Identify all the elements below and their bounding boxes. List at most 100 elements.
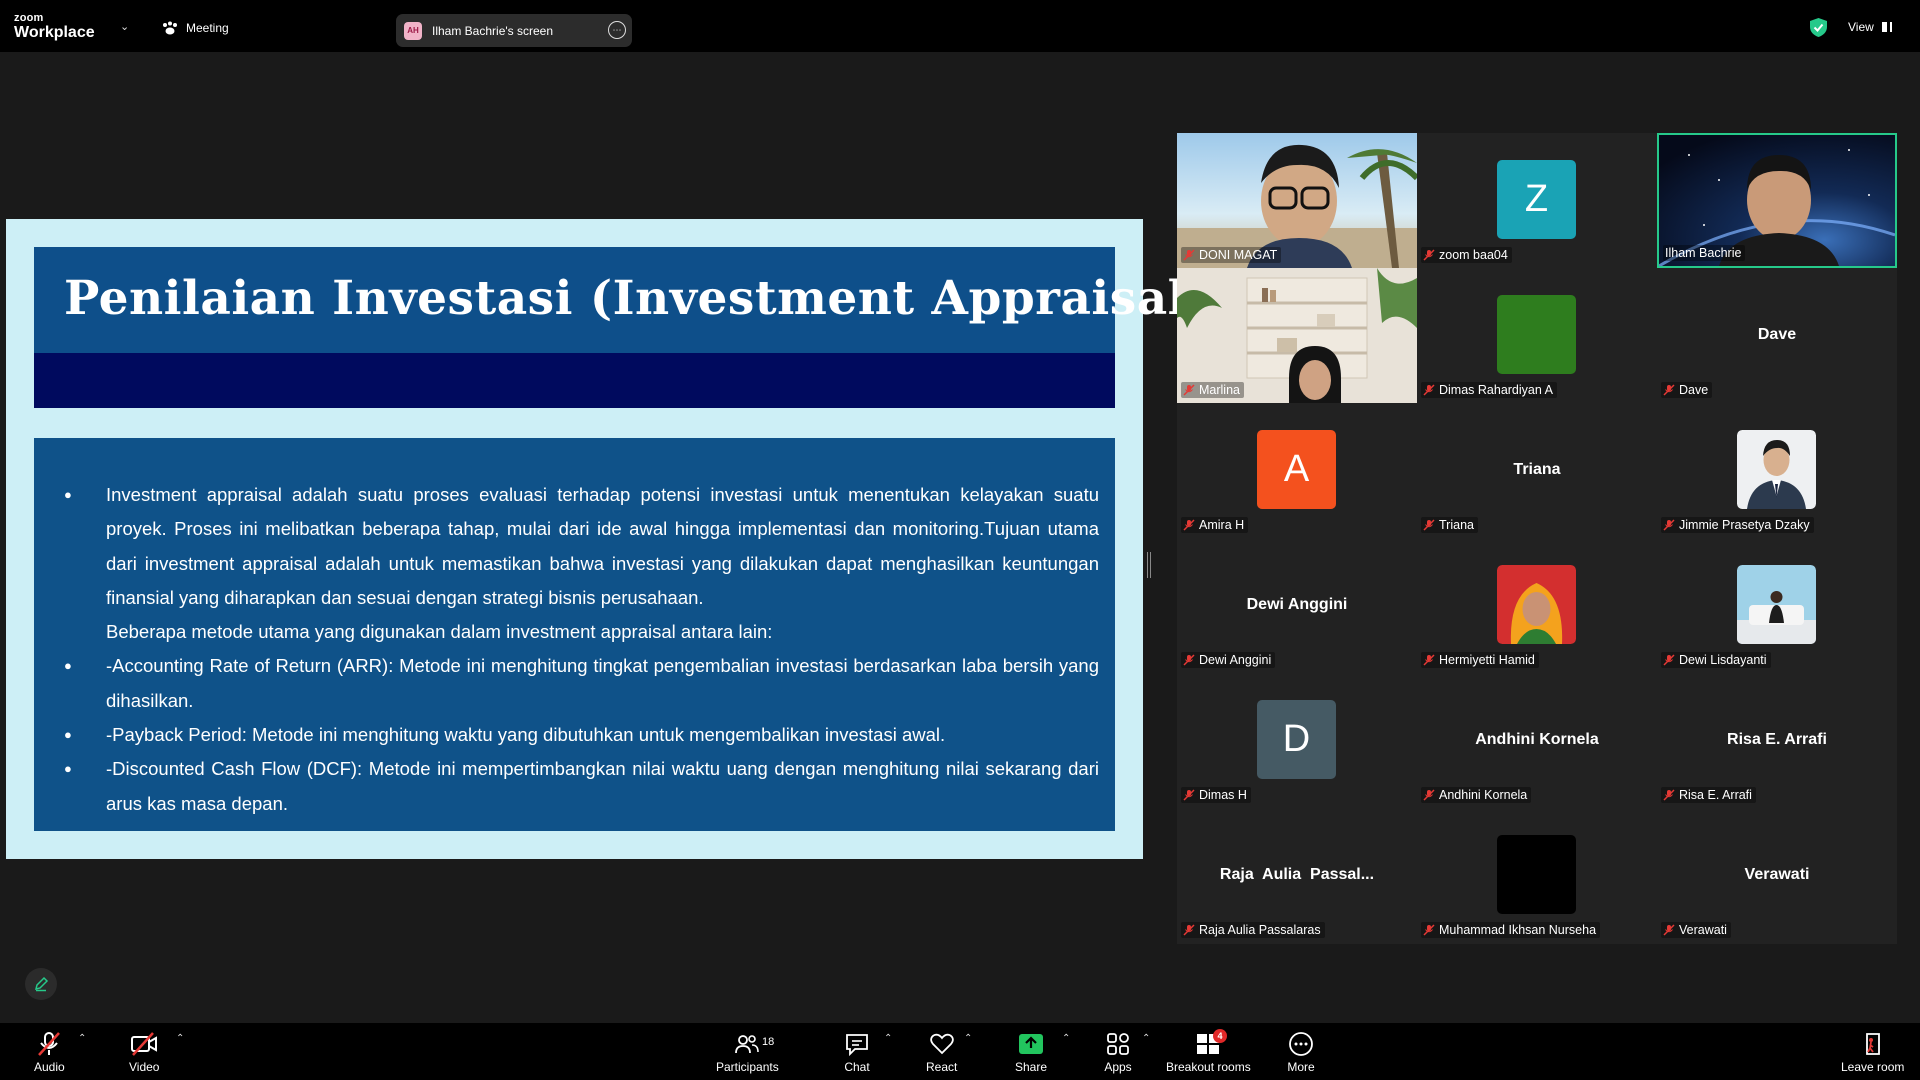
brand-small: zoom (14, 12, 44, 24)
video-button[interactable]: Video (129, 1031, 159, 1074)
participant-tile[interactable]: Dewi Anggini Dewi Anggini (1177, 538, 1417, 673)
paw-icon (163, 21, 177, 35)
view-label: View (1848, 20, 1874, 34)
participant-tile[interactable]: Triana Triana (1417, 403, 1657, 538)
participant-tile-active-speaker[interactable]: Ilham Bachrie (1657, 133, 1897, 268)
mic-muted-icon (1423, 924, 1435, 936)
participant-tile[interactable]: DONI MAGAT (1177, 133, 1417, 268)
participant-tile[interactable]: A Amira H (1177, 403, 1417, 538)
participant-name: Raja Aulia Passalaras (1199, 923, 1321, 937)
participant-tile[interactable]: Dewi Lisdayanti (1657, 538, 1897, 673)
react-label: React (926, 1060, 958, 1074)
participant-nameplate: DONI MAGAT (1181, 247, 1282, 263)
mic-muted-icon (1423, 789, 1435, 801)
participant-tile[interactable]: Dave Dave (1657, 268, 1897, 403)
participant-tile[interactable]: Jimmie Prasetya Dzaky (1657, 403, 1897, 538)
participant-name: Muhammad Ikhsan Nurseha (1439, 923, 1597, 937)
mic-muted-icon (1663, 384, 1675, 396)
video-label: Video (129, 1060, 160, 1074)
participant-display-name: Dewi Anggini (1246, 596, 1348, 613)
slide-paragraph: -Payback Period: Metode ini menghitung w… (64, 718, 1099, 753)
participant-name: Triana (1439, 518, 1474, 532)
participant-photo (1737, 430, 1816, 509)
participant-name: Jimmie Prasetya Dzaky (1679, 518, 1810, 532)
participant-avatar: D (1257, 700, 1336, 779)
participant-nameplate: Andhini Kornela (1421, 787, 1532, 803)
participant-tile[interactable]: Muhammad Ikhsan Nurseha (1417, 808, 1657, 943)
apps-button[interactable]: Apps (1104, 1031, 1132, 1074)
shared-slide: Penilaian Investasi (Investment Appraisa… (6, 219, 1208, 859)
participant-tile[interactable]: Dimas Rahardiyan A (1417, 268, 1657, 403)
participant-tile[interactable]: Verawati Verawati (1657, 808, 1897, 943)
participant-nameplate: Jimmie Prasetya Dzaky (1661, 517, 1814, 533)
react-options-caret-icon[interactable]: ⌃ (964, 1033, 972, 1044)
chevron-down-icon[interactable]: ⌄ (120, 20, 129, 33)
participant-tile[interactable]: Raja Aulia Passal... Raja Aulia Passalar… (1177, 808, 1417, 943)
participant-display-name: Dave (1757, 326, 1797, 343)
shield-check-icon[interactable] (1810, 18, 1827, 37)
mic-muted-icon (1663, 654, 1675, 666)
participant-tile[interactable]: Risa E. Arrafi Risa E. Arrafi (1657, 673, 1897, 808)
chat-options-caret-icon[interactable]: ⌃ (884, 1033, 892, 1044)
participant-avatar (1497, 835, 1576, 914)
participant-name: Dewi Lisdayanti (1679, 653, 1767, 667)
participant-name: Dewi Anggini (1199, 653, 1272, 667)
mic-muted-icon (1423, 654, 1435, 666)
meeting-menu[interactable]: Meeting (162, 21, 229, 35)
participant-nameplate: Dimas H (1181, 787, 1251, 803)
slide-paragraph: -Discounted Cash Flow (DCF): Metode ini … (64, 752, 1099, 821)
audio-options-caret-icon[interactable]: ⌃ (78, 1033, 86, 1044)
screen-share-pill[interactable]: AH Ilham Bachrie's screen ⋯ (396, 14, 632, 47)
slide-title: Penilaian Investasi (Investment Appraisa… (64, 271, 1209, 326)
split-resize-handle[interactable] (1147, 552, 1151, 578)
participant-nameplate: Raja Aulia Passalaras (1181, 922, 1325, 938)
breakout-rooms-label: Breakout rooms (1166, 1060, 1251, 1074)
participant-nameplate: Triana (1421, 517, 1478, 533)
breakout-rooms-button[interactable]: Breakout rooms (1166, 1031, 1251, 1074)
participant-avatar (1497, 295, 1576, 374)
participant-tile[interactable]: D Dimas H (1177, 673, 1417, 808)
participant-nameplate: Muhammad Ikhsan Nurseha (1421, 922, 1601, 938)
video-off-icon (131, 1032, 158, 1056)
participant-tile[interactable]: Z zoom baa04 (1417, 133, 1657, 268)
leave-door-icon (1865, 1033, 1880, 1055)
leave-room-button[interactable]: Leave room (1841, 1031, 1904, 1074)
chat-button[interactable]: Chat (843, 1031, 871, 1074)
participant-tile[interactable]: Hermiyetti Hamid (1417, 538, 1657, 673)
participant-tile[interactable]: Marlina (1177, 268, 1417, 403)
video-options-caret-icon[interactable]: ⌃ (176, 1033, 184, 1044)
breakout-notification-badge: 4 (1213, 1029, 1227, 1043)
mic-muted-icon (1183, 249, 1195, 261)
mic-muted-icon (1423, 249, 1435, 261)
mic-muted-icon (1183, 654, 1195, 666)
participant-nameplate: Dave (1661, 382, 1713, 398)
view-button[interactable]: View (1848, 20, 1892, 34)
participant-nameplate: Dewi Lisdayanti (1661, 652, 1771, 668)
sharer-avatar: AH (404, 21, 422, 40)
mic-muted-icon (1423, 519, 1435, 531)
participant-photo (1497, 565, 1576, 644)
mic-muted-icon (1663, 924, 1675, 936)
participant-nameplate: Amira H (1181, 517, 1249, 533)
share-button[interactable]: Share (1015, 1031, 1047, 1074)
participant-tile[interactable]: Andhini Kornela Andhini Kornela (1417, 673, 1657, 808)
screen-share-label: Ilham Bachrie's screen (432, 23, 554, 38)
participant-display-name: Raja Aulia Passal... (1219, 866, 1375, 883)
participant-gallery: DONI MAGAT Z zoom baa04 Ilham Bachrie Ma… (1177, 133, 1897, 944)
participant-name: DONI MAGAT (1199, 248, 1278, 262)
participant-nameplate: Verawati (1661, 922, 1731, 938)
more-options-icon[interactable]: ⋯ (608, 21, 626, 39)
annotate-pencil-button[interactable] (25, 968, 57, 1000)
audio-button[interactable]: Audio (34, 1031, 65, 1074)
participant-name: Dimas Rahardiyan A (1439, 383, 1553, 397)
react-button[interactable]: React (926, 1031, 957, 1074)
participant-name: zoom baa04 (1439, 248, 1508, 262)
share-options-caret-icon[interactable]: ⌃ (1062, 1033, 1070, 1044)
zoom-workplace-logo[interactable]: zoom Workplace (14, 13, 95, 41)
participant-display-name: Andhini Kornela (1475, 731, 1599, 748)
leave-room-label: Leave room (1841, 1060, 1905, 1074)
more-button[interactable]: More (1287, 1031, 1315, 1074)
apps-options-caret-icon[interactable]: ⌃ (1142, 1033, 1150, 1044)
apps-label: Apps (1104, 1060, 1132, 1074)
brand-large: Workplace (14, 24, 95, 41)
